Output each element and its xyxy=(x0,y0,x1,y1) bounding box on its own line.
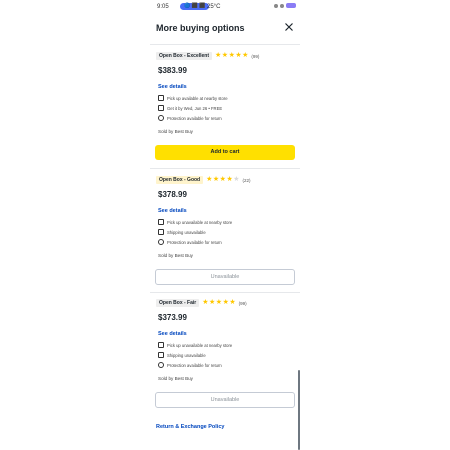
feature-shipping: Get it by Wed, Jun 26 • FREE xyxy=(158,105,222,111)
sold-by: Sold by Best Buy xyxy=(158,376,193,381)
sold-by: Sold by Best Buy xyxy=(158,253,193,258)
store-icon xyxy=(158,342,164,348)
star-icon: ★ xyxy=(242,52,249,59)
condition-badge: Open Box - Excellent xyxy=(156,52,213,60)
offer-price: $378.99 xyxy=(158,190,187,199)
feature-pickup: Pick up unavailable at nearby store xyxy=(158,342,232,348)
feature-pickup: Pick up available at nearby store xyxy=(158,95,228,101)
offer-price: $373.99 xyxy=(158,313,187,322)
status-bar: 9:05 🔵 ⬛ ⬛ 25°C xyxy=(150,0,300,14)
condition-badge: Open Box - Good xyxy=(156,176,204,184)
star-icon: ★ xyxy=(215,52,222,59)
feature-protection: Protection available for return xyxy=(158,239,222,245)
star-icon: ★ xyxy=(202,299,209,306)
star-icon: ★ xyxy=(228,52,235,59)
wifi-icon xyxy=(280,3,284,8)
status-icons xyxy=(274,3,296,8)
star-icon: ★ xyxy=(215,299,223,306)
return-exchange-policy-link[interactable]: Return & Exchange Policy xyxy=(156,424,224,430)
condition-badge: Open Box - Fair xyxy=(156,299,200,307)
unavailable-button: Unavailable xyxy=(155,392,295,408)
unavailable-button: Unavailable xyxy=(155,269,295,285)
panel-header: More buying options xyxy=(150,14,300,44)
status-notification-pill: 🔵 ⬛ ⬛ xyxy=(180,3,210,10)
return-icon xyxy=(158,362,164,368)
page-title: More buying options xyxy=(156,23,245,33)
star-icon: ★ xyxy=(206,176,213,183)
star-icon: ★ xyxy=(226,176,233,183)
sold-by: Sold by Best Buy xyxy=(158,129,193,134)
feature-shipping: Shipping unavailable xyxy=(158,352,206,358)
feature-protection: Protection available for return xyxy=(158,362,222,368)
star-rating: ★ ★ ★ ★ ★ xyxy=(202,299,235,307)
store-icon xyxy=(158,219,164,225)
scrollbar[interactable] xyxy=(298,370,300,450)
star-rating: ★ ★ ★ ★ ★ xyxy=(206,176,239,184)
star-icon: ★ xyxy=(209,299,216,306)
star-icon: ★ xyxy=(222,299,229,306)
star-icon: ★ xyxy=(212,176,220,183)
store-icon xyxy=(158,95,164,101)
return-icon xyxy=(158,239,164,245)
close-icon[interactable] xyxy=(284,22,294,32)
star-icon: ★ xyxy=(235,52,242,59)
signal-icon xyxy=(274,3,278,8)
feature-pickup: Pick up unavailable at nearby store xyxy=(158,219,232,225)
truck-icon xyxy=(158,105,164,111)
feature-shipping: Shipping unavailable xyxy=(158,229,206,235)
review-count: (99) xyxy=(238,300,247,306)
header-divider xyxy=(150,44,300,45)
battery-icon xyxy=(286,3,296,8)
offer-divider xyxy=(150,292,300,293)
return-icon xyxy=(158,115,164,121)
feature-protection: Protection available for return xyxy=(158,115,222,121)
star-rating: ★ ★ ★ ★ ★ xyxy=(215,52,248,60)
review-count: (22) xyxy=(242,177,251,183)
add-to-cart-button[interactable]: Add to cart xyxy=(155,145,295,160)
star-icon: ★ xyxy=(221,52,229,59)
status-time: 9:05 xyxy=(157,4,169,10)
review-count: (99) xyxy=(251,53,260,59)
star-icon: ★ xyxy=(229,299,236,306)
see-details-link[interactable]: See details xyxy=(158,208,187,214)
offer-price: $383.99 xyxy=(158,66,187,75)
status-extra: 25°C xyxy=(207,4,221,10)
star-icon: ★ xyxy=(219,176,226,183)
offer-divider xyxy=(150,168,300,169)
more-buying-options-panel: More buying options Open Box - Excellent… xyxy=(150,14,300,450)
truck-icon xyxy=(158,352,164,358)
truck-icon xyxy=(158,229,164,235)
star-empty-icon: ★ xyxy=(233,176,240,183)
see-details-link[interactable]: See details xyxy=(158,331,187,337)
see-details-link[interactable]: See details xyxy=(158,84,187,90)
